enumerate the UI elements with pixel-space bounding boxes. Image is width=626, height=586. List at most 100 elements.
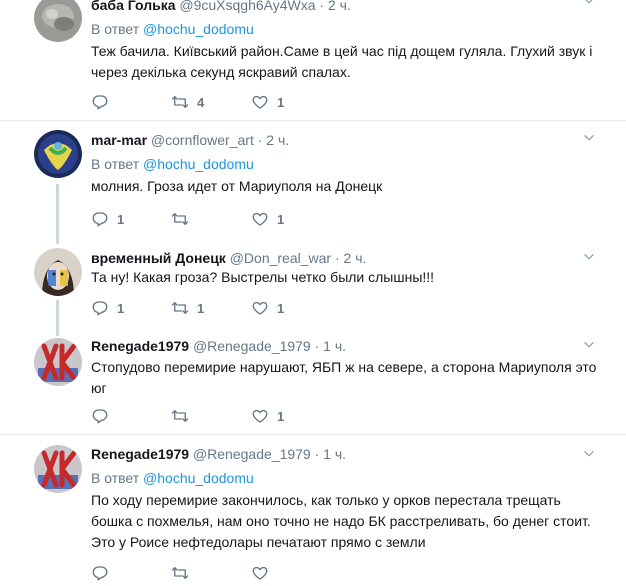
- reply-count: 1: [117, 300, 125, 316]
- reply-icon: [91, 407, 109, 425]
- avatar[interactable]: [34, 0, 82, 42]
- tweet-actions: 4 1: [91, 92, 331, 112]
- reply-user-link[interactable]: @hochu_dodomu: [143, 21, 254, 37]
- retweet-icon: [171, 299, 189, 317]
- tweet-time[interactable]: 2 ч.: [328, 0, 351, 13]
- like-button[interactable]: 1: [251, 210, 331, 228]
- tweet-text: По ходу перемирие закончилось, как тольк…: [91, 490, 616, 553]
- retweet-button[interactable]: [171, 210, 251, 228]
- author-handle[interactable]: @Renegade_1979: [193, 446, 311, 462]
- reply-prefix: В ответ: [91, 21, 140, 37]
- tweet-text-line: через декілька секунд яскравий спалах.: [91, 64, 351, 80]
- like-button[interactable]: 1: [251, 299, 331, 317]
- avatar[interactable]: [34, 130, 82, 178]
- tweet-text-line: бошка с похмелья, нам оно точно не надо …: [91, 513, 591, 529]
- author-name[interactable]: временный Донецк: [91, 250, 226, 266]
- chevron-down-icon[interactable]: [582, 131, 596, 145]
- chevron-down-icon[interactable]: [582, 338, 596, 352]
- separator-dot: ·: [334, 250, 340, 266]
- like-button[interactable]: [251, 564, 331, 582]
- tweet[interactable]: Renegade1979 @Renegade_1979 · 1 ч. Стопу…: [0, 330, 626, 434]
- reply-button[interactable]: [91, 93, 171, 111]
- reply-icon: [91, 93, 109, 111]
- avatar[interactable]: [34, 445, 82, 493]
- tweet[interactable]: временный Донецк @Don_real_war · 2 ч. Та…: [0, 238, 626, 330]
- retweet-button[interactable]: 1: [171, 299, 251, 317]
- avatar[interactable]: [34, 248, 82, 296]
- reply-context: В ответ @hochu_dodomu: [91, 469, 616, 487]
- reply-button[interactable]: 1: [91, 210, 171, 228]
- reply-context: В ответ @hochu_dodomu: [91, 20, 616, 38]
- heart-icon: [251, 93, 269, 111]
- like-count: 1: [277, 211, 285, 227]
- retweet-button[interactable]: 4: [171, 93, 251, 111]
- author-handle[interactable]: @Don_real_war: [230, 250, 331, 266]
- tweet-time[interactable]: 1 ч.: [323, 446, 346, 462]
- tweet-time[interactable]: 2 ч.: [266, 132, 289, 148]
- author-handle[interactable]: @cornflower_art: [151, 132, 254, 148]
- author-name[interactable]: mar-mar: [91, 132, 147, 148]
- reply-context: В ответ @hochu_dodomu: [91, 155, 616, 173]
- retweet-icon: [171, 210, 189, 228]
- author-handle[interactable]: @9cuXsqgh6Ay4Wxa: [179, 0, 315, 13]
- tweet-time[interactable]: 1 ч.: [323, 338, 346, 354]
- chevron-down-icon[interactable]: [582, 250, 596, 264]
- separator-dot: ·: [314, 446, 320, 462]
- tweet-text-line: юг: [91, 380, 107, 396]
- tweet-text-line: Теж бачила. Київський район.Саме в цей ч…: [91, 43, 593, 59]
- tweet-actions: [91, 563, 331, 583]
- reply-icon: [91, 564, 109, 582]
- tweet-text: молния. Гроза идет от Мариуполя на Донец…: [91, 176, 616, 197]
- tweet-text: Стопудово перемирие нарушают, ЯБП ж на с…: [91, 357, 616, 399]
- separator-dot: ·: [314, 338, 320, 354]
- reply-icon: [91, 299, 109, 317]
- heart-icon: [251, 299, 269, 317]
- separator-dot: ·: [257, 132, 263, 148]
- reply-prefix: В ответ: [91, 470, 140, 486]
- like-count: 1: [277, 94, 285, 110]
- reply-icon: [91, 210, 109, 228]
- author-name[interactable]: Renegade1979: [91, 446, 189, 462]
- chevron-down-icon[interactable]: [582, 0, 596, 8]
- retweet-count: 4: [197, 94, 205, 110]
- tweet-text-line: молния. Гроза идет от Мариуполя на Донец…: [91, 178, 383, 194]
- reply-user-link[interactable]: @hochu_dodomu: [143, 156, 254, 172]
- heart-icon: [251, 564, 269, 582]
- heart-icon: [251, 407, 269, 425]
- tweet-actions: 1 1 1: [91, 298, 331, 318]
- retweet-icon: [171, 564, 189, 582]
- like-count: 1: [277, 408, 285, 424]
- separator-dot: ·: [319, 0, 325, 13]
- tweet-text-line: По ходу перемирие закончилось, как тольк…: [91, 492, 561, 508]
- author-handle[interactable]: @Renegade_1979: [193, 338, 311, 354]
- reply-count: 1: [117, 211, 125, 227]
- tweet-text-line: Стопудово перемирие нарушают, ЯБП ж на с…: [91, 359, 597, 375]
- reply-prefix: В ответ: [91, 156, 140, 172]
- reply-user-link[interactable]: @hochu_dodomu: [143, 470, 254, 486]
- retweet-button[interactable]: [171, 564, 251, 582]
- author-name[interactable]: Renegade1979: [91, 338, 189, 354]
- tweet-text-line: Та ну! Какая гроза? Выстрелы четко были …: [91, 269, 435, 285]
- like-button[interactable]: 1: [251, 407, 331, 425]
- tweet[interactable]: Renegade1979 @Renegade_1979 · 1 ч. В отв…: [0, 435, 626, 586]
- tweet-text: Та ну! Какая гроза? Выстрелы четко были …: [91, 267, 616, 288]
- reply-button[interactable]: [91, 564, 171, 582]
- reply-button[interactable]: 1: [91, 299, 171, 317]
- author-name[interactable]: баба Голька: [91, 0, 176, 13]
- reply-button[interactable]: [91, 407, 171, 425]
- heart-icon: [251, 210, 269, 228]
- tweet-actions: 1 1: [91, 209, 331, 229]
- retweet-button[interactable]: [171, 407, 251, 425]
- tweet-text: Теж бачила. Київський район.Саме в цей ч…: [91, 41, 616, 83]
- like-count: 1: [277, 300, 285, 316]
- chevron-down-icon[interactable]: [582, 447, 596, 461]
- avatar[interactable]: [34, 338, 82, 386]
- tweet[interactable]: баба Голька @9cuXsqgh6Ay4Wxa · 2 ч. В от…: [0, 0, 626, 120]
- retweet-icon: [171, 407, 189, 425]
- retweet-count: 1: [197, 300, 205, 316]
- tweet[interactable]: mar-mar @cornflower_art · 2 ч. В ответ @…: [0, 121, 626, 237]
- tweet-actions: 1: [91, 406, 331, 426]
- retweet-icon: [171, 93, 189, 111]
- tweet-time[interactable]: 2 ч.: [344, 250, 367, 266]
- like-button[interactable]: 1: [251, 93, 331, 111]
